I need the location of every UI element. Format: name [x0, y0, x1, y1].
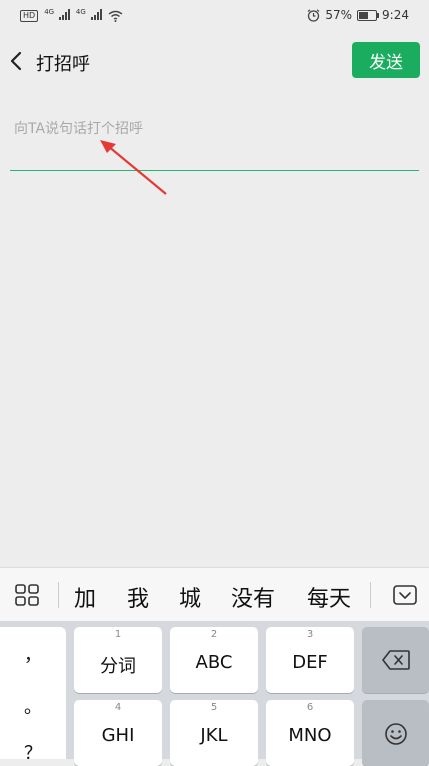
signal-icon: 4G [44, 8, 70, 23]
annotation-arrow-icon [100, 140, 167, 195]
signal-icon: 4G [76, 8, 102, 23]
status-bar-left: HD 4G 4G [20, 8, 123, 23]
header: 打招呼 发送 [0, 32, 429, 90]
key-2[interactable]: 2 ABC [170, 627, 258, 693]
punct-key-comma[interactable]: ， [0, 641, 66, 667]
candidate-separator [370, 582, 371, 608]
battery-percent: 57% [325, 8, 353, 22]
chevron-left-icon[interactable] [6, 48, 28, 74]
emoji-key[interactable] [362, 700, 429, 766]
punctuation-column: ， 。 ？ [0, 627, 66, 764]
delete-key[interactable] [362, 627, 429, 693]
status-bar-right: 57% 9:24 [307, 8, 409, 22]
key-6[interactable]: 6 MNO [266, 700, 354, 766]
emoji-icon [384, 723, 407, 745]
key-3[interactable]: 3 DEF [266, 627, 354, 693]
keyboard-collapse-icon[interactable] [392, 583, 418, 607]
status-bar: HD 4G 4G 57% 9:24 [0, 0, 429, 32]
key-5[interactable]: 5 JKL [170, 700, 258, 766]
key-1[interactable]: 1 分词 [74, 627, 162, 693]
wifi-icon [108, 10, 123, 22]
send-button[interactable]: 发送 [352, 42, 420, 78]
candidate-word[interactable]: 城 [179, 581, 201, 613]
punct-key-question[interactable]: ？ [0, 739, 66, 765]
greeting-input[interactable]: 向TA说句话打个招呼 [8, 108, 419, 172]
keyboard: ， 。 ？ 1 分词 2 ABC 3 DEF 4 GHI 5 JKL 6 MNO [0, 621, 429, 766]
clock: 9:24 [382, 8, 409, 22]
input-underline [10, 170, 419, 171]
grid-icon[interactable] [14, 583, 40, 607]
page-title: 打招呼 [36, 54, 90, 75]
candidate-bar: 加 我 城 没有 每天 [0, 567, 429, 622]
hd-icon: HD [20, 9, 39, 22]
punct-key-period[interactable]: 。 [0, 693, 66, 719]
candidate-word[interactable]: 没有 [231, 581, 275, 613]
backspace-icon [381, 650, 410, 670]
battery-icon [357, 9, 380, 21]
alarm-icon [307, 8, 320, 22]
candidate-word[interactable]: 加 [74, 581, 96, 613]
candidate-word[interactable]: 每天 [307, 581, 351, 613]
candidate-separator [58, 582, 59, 608]
key-4[interactable]: 4 GHI [74, 700, 162, 766]
candidate-word[interactable]: 我 [127, 581, 149, 613]
